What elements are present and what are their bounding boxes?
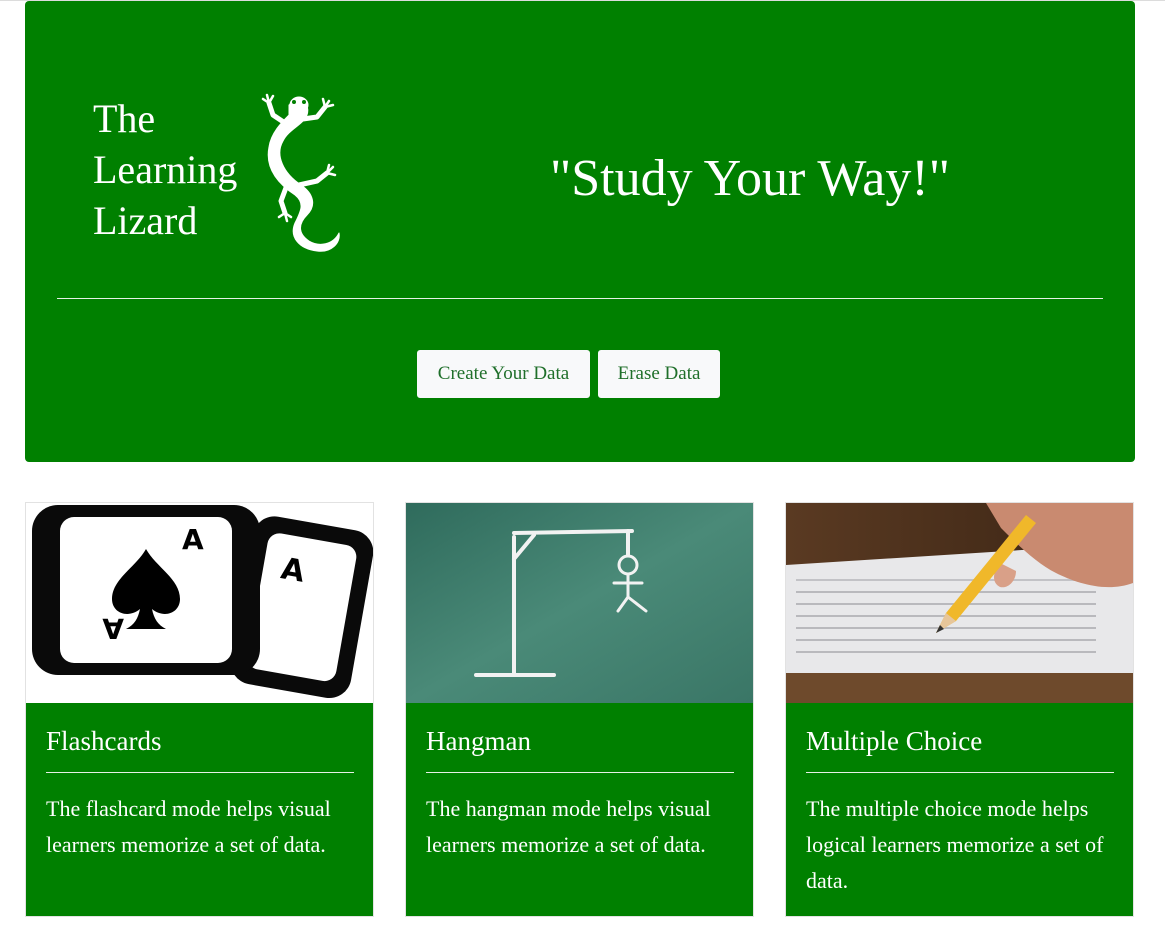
flashcards-card-body: Flashcards The flashcard mode helps visu… xyxy=(46,703,356,863)
brand-line-1: The xyxy=(93,96,156,141)
card-description: The hangman mode helps visual learners m… xyxy=(426,796,711,857)
multiple-choice-card[interactable]: Multiple Choice The multiple choice mode… xyxy=(785,502,1134,917)
brand-title[interactable]: The Learning Lizard xyxy=(93,93,237,246)
pencil-answer-sheet-icon xyxy=(786,503,1133,703)
hero-banner: The Learning Lizard "Study Your Way!" Cr xyxy=(25,1,1135,462)
card-description: The multiple choice mode helps logical l… xyxy=(806,796,1104,893)
card-divider xyxy=(806,772,1114,773)
flashcards-image[interactable]: A A A xyxy=(26,503,373,703)
card-divider xyxy=(426,772,734,773)
brand-line-3: Lizard xyxy=(93,198,198,243)
card-title: Flashcards xyxy=(46,726,162,756)
hangman-card-body: Hangman The hangman mode helps visual le… xyxy=(426,703,736,863)
card-description: The flashcard mode helps visual learners… xyxy=(46,796,331,857)
header-divider xyxy=(57,298,1103,299)
hangman-image[interactable] xyxy=(406,503,753,703)
tagline: "Study Your Way!" xyxy=(550,150,950,207)
create-data-button[interactable]: Create Your Data xyxy=(417,350,590,398)
hangman-card[interactable]: Hangman The hangman mode helps visual le… xyxy=(405,502,754,917)
card-divider xyxy=(46,772,354,773)
multiple-choice-image[interactable] xyxy=(786,503,1133,703)
multiple-choice-card-body: Multiple Choice The multiple choice mode… xyxy=(806,703,1116,899)
lizard-icon xyxy=(261,93,340,252)
flashcards-card[interactable]: A A A Flashcards The flashcard mode help… xyxy=(25,502,374,917)
playing-cards-icon: A A A xyxy=(26,503,373,703)
svg-text:A: A xyxy=(102,612,124,645)
svg-text:A: A xyxy=(182,523,204,556)
card-title: Multiple Choice xyxy=(806,726,983,756)
card-title: Hangman xyxy=(426,726,531,756)
hangman-chalkboard-icon xyxy=(406,503,753,703)
brand-line-2: Learning xyxy=(93,147,238,192)
erase-data-button[interactable]: Erase Data xyxy=(598,350,720,398)
